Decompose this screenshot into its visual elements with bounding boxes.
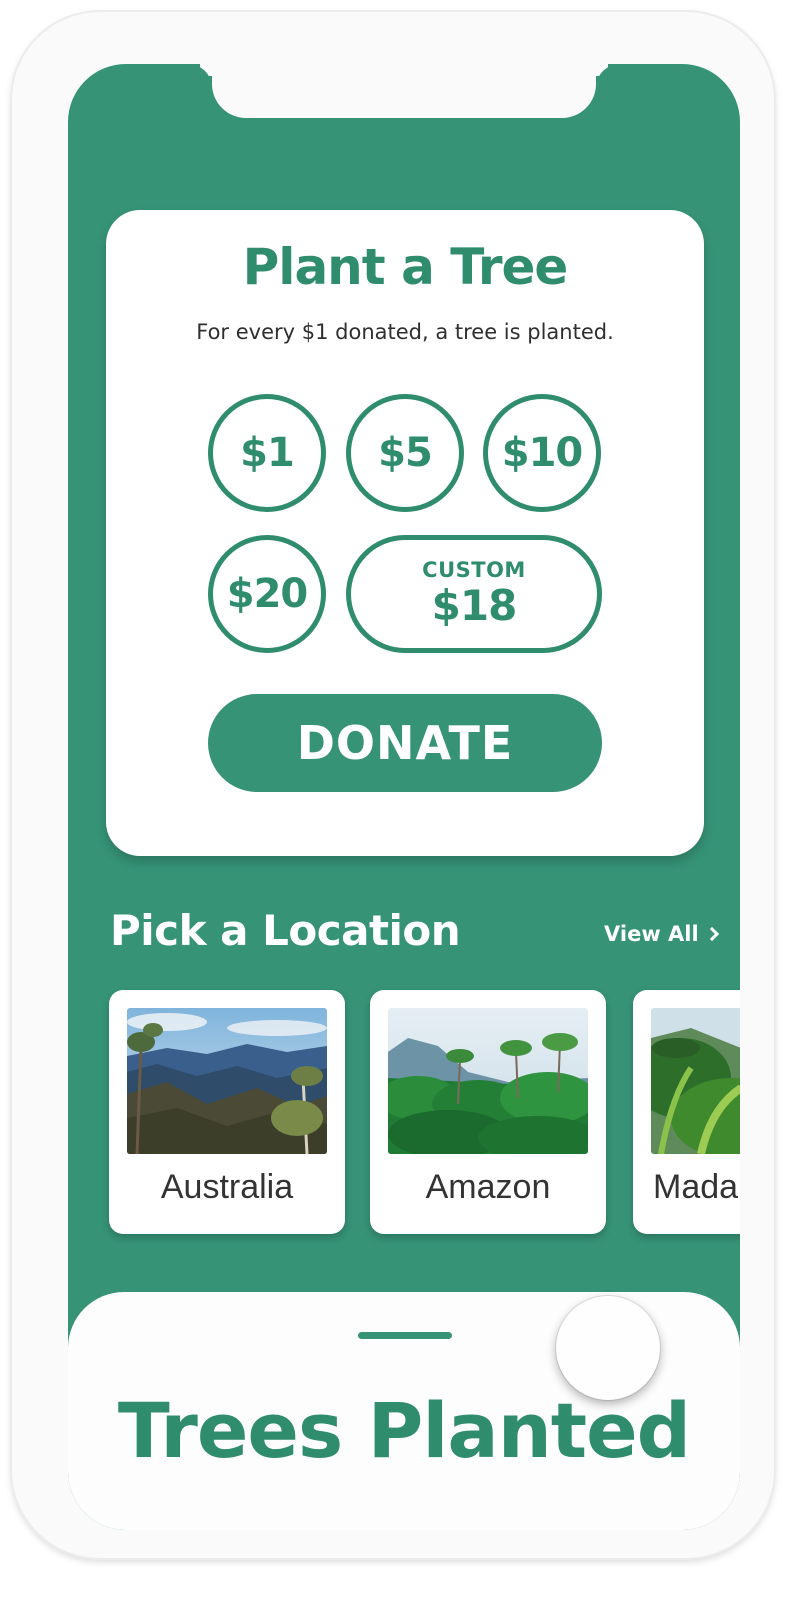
donation-subtitle: For every $1 donated, a tree is planted. <box>196 320 614 344</box>
donate-button[interactable]: DONATE <box>208 694 602 792</box>
location-card-madagascar[interactable]: Mada <box>633 990 740 1234</box>
location-name-madagascar: Mada <box>653 1168 739 1206</box>
location-card-amazon[interactable]: Amazon <box>370 990 606 1234</box>
donation-card: Plant a Tree For every $1 donated, a tre… <box>106 210 704 856</box>
custom-amount-button[interactable]: CUSTOM $18 <box>346 535 602 653</box>
chevron-right-icon <box>704 926 719 942</box>
view-all-link[interactable]: View All <box>604 922 719 946</box>
donation-title: Plant a Tree <box>242 238 569 296</box>
amount-option-5[interactable]: $5 <box>346 394 464 512</box>
custom-amount-value: $18 <box>431 581 518 630</box>
phone-notch <box>212 64 596 118</box>
floating-circle-button[interactable] <box>556 1296 660 1400</box>
location-name-australia: Australia <box>160 1168 294 1206</box>
location-image-australia <box>127 1008 327 1154</box>
amount-option-20[interactable]: $20 <box>208 535 326 653</box>
trees-planted-title: Trees Planted <box>117 1386 691 1475</box>
custom-amount-label: CUSTOM <box>422 558 526 582</box>
sheet-drag-handle[interactable] <box>358 1332 452 1339</box>
location-section-title: Pick a Location <box>110 906 461 955</box>
location-image-amazon <box>388 1008 588 1154</box>
view-all-label: View All <box>604 922 699 946</box>
phone-frame: Plant a Tree For every $1 donated, a tre… <box>12 12 774 1558</box>
location-name-amazon: Amazon <box>425 1168 551 1206</box>
location-card-australia[interactable]: Australia <box>109 990 345 1234</box>
amount-option-1[interactable]: $1 <box>208 394 326 512</box>
amount-option-10[interactable]: $10 <box>483 394 601 512</box>
location-image-madagascar <box>651 1008 740 1154</box>
